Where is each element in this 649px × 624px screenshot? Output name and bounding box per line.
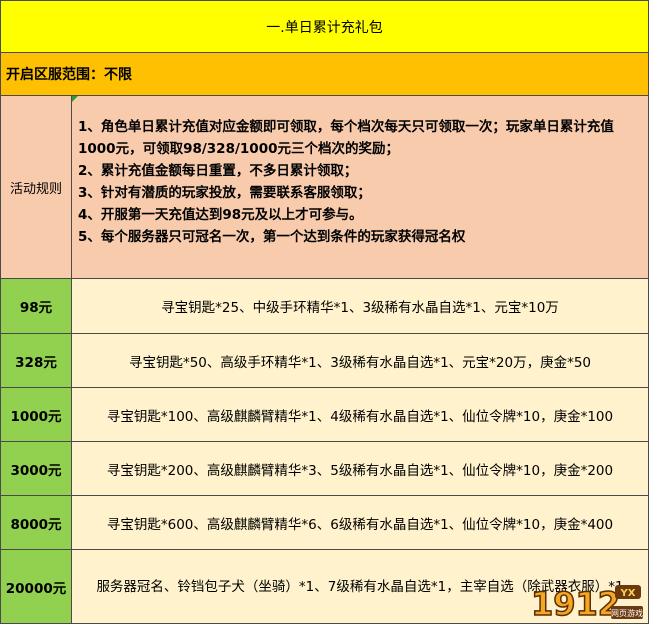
tier-amount: 328元 <box>0 334 72 388</box>
tier-amount: 8000元 <box>0 496 72 550</box>
rule-item: 3、针对有潜质的玩家投放，需要联系客服领取； <box>78 185 371 201</box>
site-watermark-logo: 1912 YX 网页游戏 <box>530 584 643 622</box>
svg-text:YX: YX <box>620 588 636 599</box>
reward-table: 一.单日累计充礼包 开启区服范围：不限 活动规则 1、角色单日累计充值对应金额即… <box>0 0 649 624</box>
tier-amount: 20000元 <box>0 550 72 624</box>
tier-reward: 寻宝钥匙*600、高级麒麟臂精华*6、6级稀有水晶自选*1、仙位令牌*10，庚金… <box>72 496 649 550</box>
svg-text:1912: 1912 <box>531 585 620 622</box>
rules-list: 1、角色单日累计充值对应金额即可领取，每个档次每天只可领取一次；玩家单日累计充值… <box>78 116 642 248</box>
tier-amount: 3000元 <box>0 442 72 496</box>
server-scope: 开启区服范围：不限 <box>0 53 649 96</box>
rules-body: 1、角色单日累计充值对应金额即可领取，每个档次每天只可领取一次；玩家单日累计充值… <box>72 96 649 279</box>
rule-item: 4、开服第一天充值达到98元及以上才可参与。 <box>78 207 363 223</box>
table-title: 一.单日累计充礼包 <box>0 0 649 53</box>
tier-amount: 1000元 <box>0 388 72 442</box>
tier-reward: 寻宝钥匙*200、高级麒麟臂精华*3、5级稀有水晶自选*1、仙位令牌*10，庚金… <box>72 442 649 496</box>
tier-reward: 寻宝钥匙*50、高级手环精华*1、3级稀有水晶自选*1、元宝*20万，庚金*50 <box>72 334 649 388</box>
tier-amount: 98元 <box>0 279 72 334</box>
comment-marker-icon <box>72 96 78 102</box>
tier-reward: 寻宝钥匙*25、中级手环精华*1、3级稀有水晶自选*1、元宝*10万 <box>72 279 649 334</box>
tier-reward: 寻宝钥匙*100、高级麒麟臂精华*1、4级稀有水晶自选*1、仙位令牌*10，庚金… <box>72 388 649 442</box>
rule-item: 5、每个服务器只可冠名一次，第一个达到条件的玩家获得冠名权 <box>78 229 466 245</box>
rule-item: 1、角色单日累计充值对应金额即可领取，每个档次每天只可领取一次；玩家单日累计充值… <box>78 119 614 157</box>
rules-label: 活动规则 <box>0 96 72 279</box>
svg-text:网页游戏: 网页游戏 <box>611 608 643 618</box>
rule-item: 2、累计充值金额每日重置，不多日累计领取； <box>78 163 358 179</box>
